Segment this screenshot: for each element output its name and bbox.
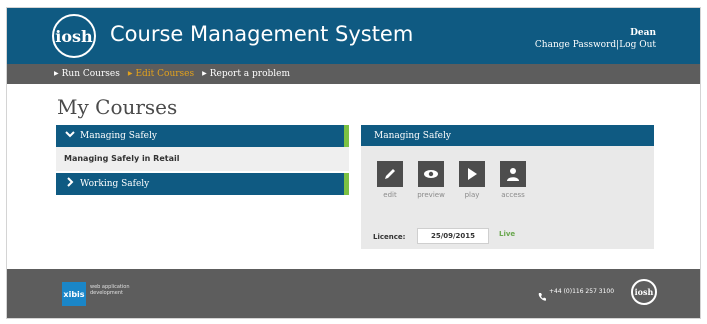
- course-label: Managing Safely: [80, 131, 157, 141]
- xibis-logo[interactable]: xibis: [62, 282, 86, 306]
- xibis-tagline: web application development: [90, 284, 130, 296]
- app-frame: iosh Course Management System Dean Chang…: [7, 8, 700, 318]
- user-icon: [500, 161, 526, 187]
- iosh-footer-logo-text: iosh: [634, 287, 654, 297]
- page-title: My Courses: [57, 95, 178, 119]
- course-status-tab: [344, 125, 349, 147]
- eye-icon: [418, 161, 444, 187]
- play-icon: [459, 161, 485, 187]
- nav-item-label: Report a problem: [209, 69, 291, 79]
- user-links: Change Password|Log Out: [535, 39, 656, 51]
- nav-list: ▶ Run Courses ▶ Edit Courses ▶ Report a pro…: [54, 68, 290, 80]
- course-item-managing-safely-retail[interactable]: Managing Safely in Retail: [56, 147, 349, 171]
- status-badge: Live: [499, 230, 516, 238]
- chevron-right-icon: [65, 176, 75, 192]
- nav-item-edit-courses[interactable]: ▶ Edit Courses: [128, 68, 194, 80]
- pencil-icon: [377, 161, 403, 187]
- app-header: iosh Course Management System Dean Chang…: [7, 8, 700, 64]
- course-status-tab: [344, 173, 349, 195]
- action-label: edit: [383, 191, 397, 199]
- panel-header: Managing Safely: [361, 125, 654, 146]
- chevron-down-icon: [65, 128, 75, 144]
- triangle-right-icon: ▶: [202, 70, 207, 77]
- iosh-logo-text: iosh: [55, 26, 93, 46]
- user-name: Dean: [630, 28, 656, 38]
- course-label: Working Safely: [80, 179, 150, 189]
- log-out-link[interactable]: Log Out: [619, 40, 656, 50]
- nav-item-report-problem[interactable]: ▶ Report a problem: [202, 68, 290, 80]
- xibis-logo-text: xibis: [63, 289, 85, 299]
- action-label: access: [501, 191, 525, 199]
- play-button[interactable]: play: [451, 161, 493, 199]
- iosh-footer-logo[interactable]: iosh: [631, 279, 657, 305]
- user-menu: Dean Change Password|Log Out: [535, 27, 656, 51]
- triangle-right-icon: ▶: [54, 70, 59, 77]
- app-title: Course Management System: [110, 22, 414, 46]
- phone-icon: [537, 287, 547, 301]
- course-row-working-safely[interactable]: Working Safely: [56, 173, 349, 195]
- iosh-logo[interactable]: iosh: [52, 14, 96, 58]
- action-label: play: [464, 191, 480, 199]
- nav-item-label: Run Courses: [61, 69, 120, 79]
- nav-item-run-courses[interactable]: ▶ Run Courses: [54, 68, 120, 80]
- course-item-label: Managing Safely in Retail: [64, 154, 180, 163]
- panel-title: Managing Safely: [374, 131, 451, 141]
- triangle-right-icon: ▶: [127, 70, 133, 77]
- licence-label: Licence:: [373, 233, 406, 241]
- change-password-link[interactable]: Change Password: [535, 40, 616, 50]
- course-detail-panel: Managing Safely edit preview play access: [361, 125, 654, 249]
- course-row-managing-safely[interactable]: Managing Safely: [56, 125, 349, 147]
- preview-button[interactable]: preview: [410, 161, 452, 199]
- app-footer: xibis web application development +44 (0…: [7, 269, 700, 318]
- main-nav: ▶ Run Courses ▶ Edit Courses ▶ Report a pro…: [7, 64, 700, 84]
- access-button[interactable]: access: [492, 161, 534, 199]
- action-label: preview: [417, 191, 445, 199]
- edit-button[interactable]: edit: [369, 161, 411, 199]
- licence-date-field[interactable]: 25/09/2015: [417, 228, 489, 244]
- phone-number: +44 (0)116 257 3100: [549, 288, 615, 295]
- nav-item-label: Edit Courses: [135, 69, 195, 79]
